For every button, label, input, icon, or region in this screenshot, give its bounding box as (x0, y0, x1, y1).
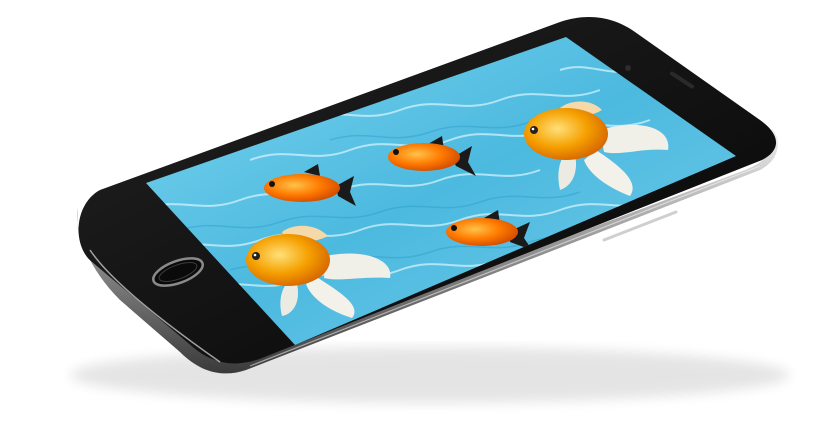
front-camera-icon (625, 65, 631, 71)
product-photo (0, 0, 819, 441)
phone-shadow (70, 347, 790, 403)
phone-illustration (70, 17, 790, 403)
